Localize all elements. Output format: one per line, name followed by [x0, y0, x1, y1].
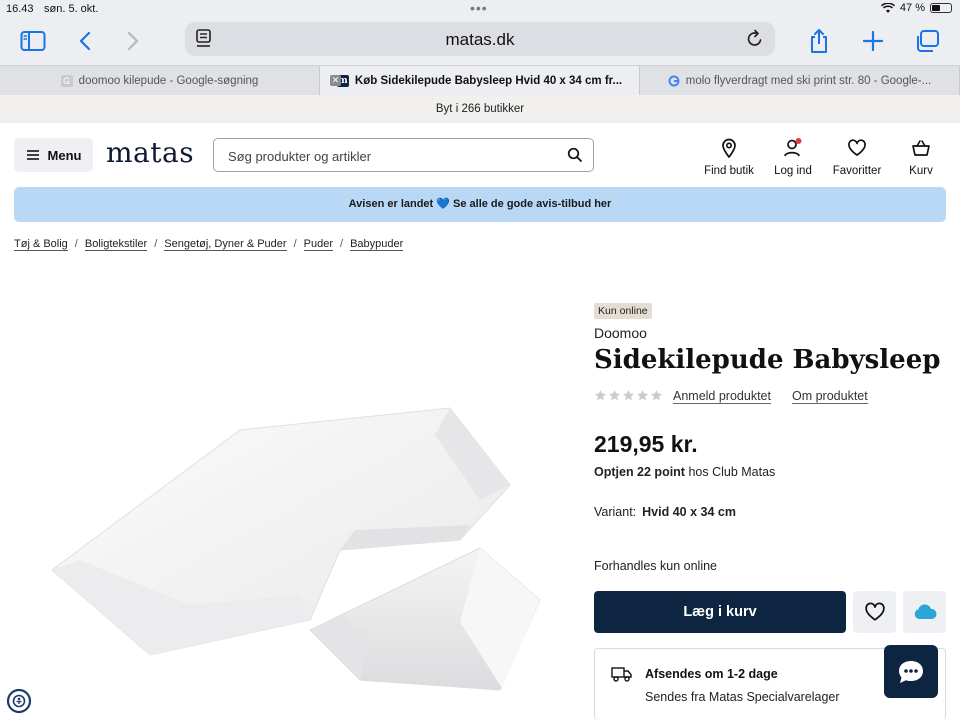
- product-price: 219,95 kr.: [594, 431, 698, 457]
- favorites-button[interactable]: Favoritter: [822, 137, 892, 177]
- search-box[interactable]: [213, 138, 594, 172]
- star-icon: [622, 389, 635, 401]
- user-icon: [758, 137, 828, 159]
- promo-banner[interactable]: Avisen er landet 💙 Se alle de gode avis-…: [14, 187, 946, 222]
- menu-button[interactable]: Menu: [14, 138, 93, 172]
- chat-button[interactable]: [884, 645, 938, 698]
- cloud-icon: [914, 604, 937, 619]
- review-product-link[interactable]: Anmeld produktet: [673, 389, 771, 404]
- tab-google-search-kilepude[interactable]: G doomoo kilepude - Google-søgning: [0, 66, 320, 95]
- close-tab-icon[interactable]: ✕: [330, 75, 341, 86]
- login-button[interactable]: Log ind: [758, 137, 828, 177]
- location-pin-icon: [694, 137, 764, 159]
- forward-icon[interactable]: [118, 26, 148, 56]
- wifi-icon: [880, 2, 895, 13]
- points-amount: Optjen 22 point: [594, 465, 685, 479]
- cart-button[interactable]: Kurv: [886, 137, 956, 177]
- multitasking-dots-icon[interactable]: •••: [470, 0, 488, 16]
- breadcrumb-separator: /: [340, 238, 344, 250]
- search-input[interactable]: [228, 146, 548, 166]
- store-exchange-banner[interactable]: Byt i 266 butikker: [0, 95, 960, 123]
- breadcrumb-link[interactable]: Sengetøj, Dyner & Puder: [164, 238, 287, 251]
- heart-icon: [864, 602, 885, 621]
- star-icon: [594, 389, 607, 401]
- browser-tab-bar: G doomoo kilepude - Google-søgning ✕ m K…: [0, 65, 960, 95]
- shipping-title: Afsendes om 1-2 dage: [645, 667, 778, 681]
- truck-icon: [611, 665, 633, 688]
- about-product-link[interactable]: Om produktet: [792, 389, 868, 404]
- chat-bubble-icon: [899, 660, 923, 683]
- battery-icon: [930, 3, 952, 13]
- tab-google-search-molo[interactable]: molo flyverdragt med ski print str. 80 -…: [640, 66, 960, 95]
- breadcrumb-link[interactable]: Puder: [303, 238, 333, 251]
- tab-label: doomoo kilepude - Google-søgning: [78, 74, 259, 87]
- basket-icon: [886, 137, 956, 159]
- hamburger-icon: [26, 150, 39, 160]
- points-rest: hos Club Matas: [684, 465, 776, 479]
- browser-toolbar: matas.dk: [0, 18, 960, 65]
- cart-label: Kurv: [909, 165, 933, 177]
- address-bar[interactable]: matas.dk: [185, 22, 775, 56]
- breadcrumb-separator: /: [293, 238, 297, 250]
- accessibility-icon[interactable]: [6, 688, 32, 714]
- reload-icon[interactable]: [745, 28, 765, 55]
- login-label: Log ind: [774, 165, 812, 177]
- rating-stars: [594, 389, 663, 402]
- breadcrumb-link[interactable]: Babypuder: [350, 238, 404, 251]
- product-brand[interactable]: Doomoo: [594, 325, 647, 341]
- status-time: 16.43: [6, 3, 34, 15]
- battery-percent: 47 %: [899, 2, 925, 14]
- cloud-button[interactable]: [903, 591, 946, 633]
- tab-overview-icon[interactable]: [912, 26, 942, 56]
- search-icon[interactable]: [567, 147, 583, 168]
- variant-label: Variant:: [594, 505, 637, 519]
- breadcrumb-separator: /: [154, 238, 158, 250]
- variant-row[interactable]: Variant: Hvid 40 x 34 cm: [594, 505, 736, 519]
- favorites-label: Favoritter: [832, 165, 882, 177]
- club-points: Optjen 22 point hos Club Matas: [594, 465, 775, 479]
- url-text: matas.dk: [445, 30, 515, 49]
- variant-value: Hvid 40 x 34 cm: [642, 505, 736, 519]
- star-icon: [650, 389, 663, 401]
- add-favorite-button[interactable]: [853, 591, 896, 633]
- product-title: Sidekilepude Babysleep: [594, 345, 941, 375]
- back-icon[interactable]: [70, 26, 100, 56]
- menu-label: Menu: [47, 147, 82, 163]
- find-store-button[interactable]: Find butik: [694, 137, 764, 177]
- find-store-label: Find butik: [704, 165, 754, 177]
- online-only-badge: Kun online: [594, 303, 652, 319]
- breadcrumb: Tøj & Bolig / Boligtekstiler / Sengetøj,…: [14, 238, 404, 251]
- tab-label: molo flyverdragt med ski print str. 80 -…: [685, 74, 932, 87]
- tab-label: Køb Sidekilepude Babysleep Hvid 40 x 34 …: [354, 74, 623, 87]
- add-to-cart-button[interactable]: Læg i kurv: [594, 591, 846, 633]
- status-date: søn. 5. okt.: [44, 3, 99, 15]
- matas-logo[interactable]: matas: [106, 136, 194, 169]
- star-icon: [636, 389, 649, 401]
- new-tab-icon[interactable]: [858, 26, 888, 56]
- breadcrumb-link[interactable]: Boligtekstiler: [84, 238, 148, 251]
- share-icon[interactable]: [804, 26, 834, 56]
- google-icon: G: [60, 74, 73, 87]
- online-notice: Forhandles kun online: [594, 559, 717, 573]
- heart-icon: [822, 137, 892, 159]
- star-icon: [608, 389, 621, 401]
- ios-status-bar: 16.43 søn. 5. okt. ••• 47 %: [0, 0, 960, 18]
- google-icon: [668, 75, 680, 87]
- product-image[interactable]: [40, 390, 560, 720]
- tab-matas-product[interactable]: ✕ m Køb Sidekilepude Babysleep Hvid 40 x…: [320, 66, 640, 95]
- breadcrumb-link[interactable]: Tøj & Bolig: [14, 238, 68, 251]
- breadcrumb-separator: /: [74, 238, 78, 250]
- shipping-subtitle: Sendes fra Matas Specialvarelager: [645, 690, 840, 704]
- sidebar-icon[interactable]: [18, 26, 48, 56]
